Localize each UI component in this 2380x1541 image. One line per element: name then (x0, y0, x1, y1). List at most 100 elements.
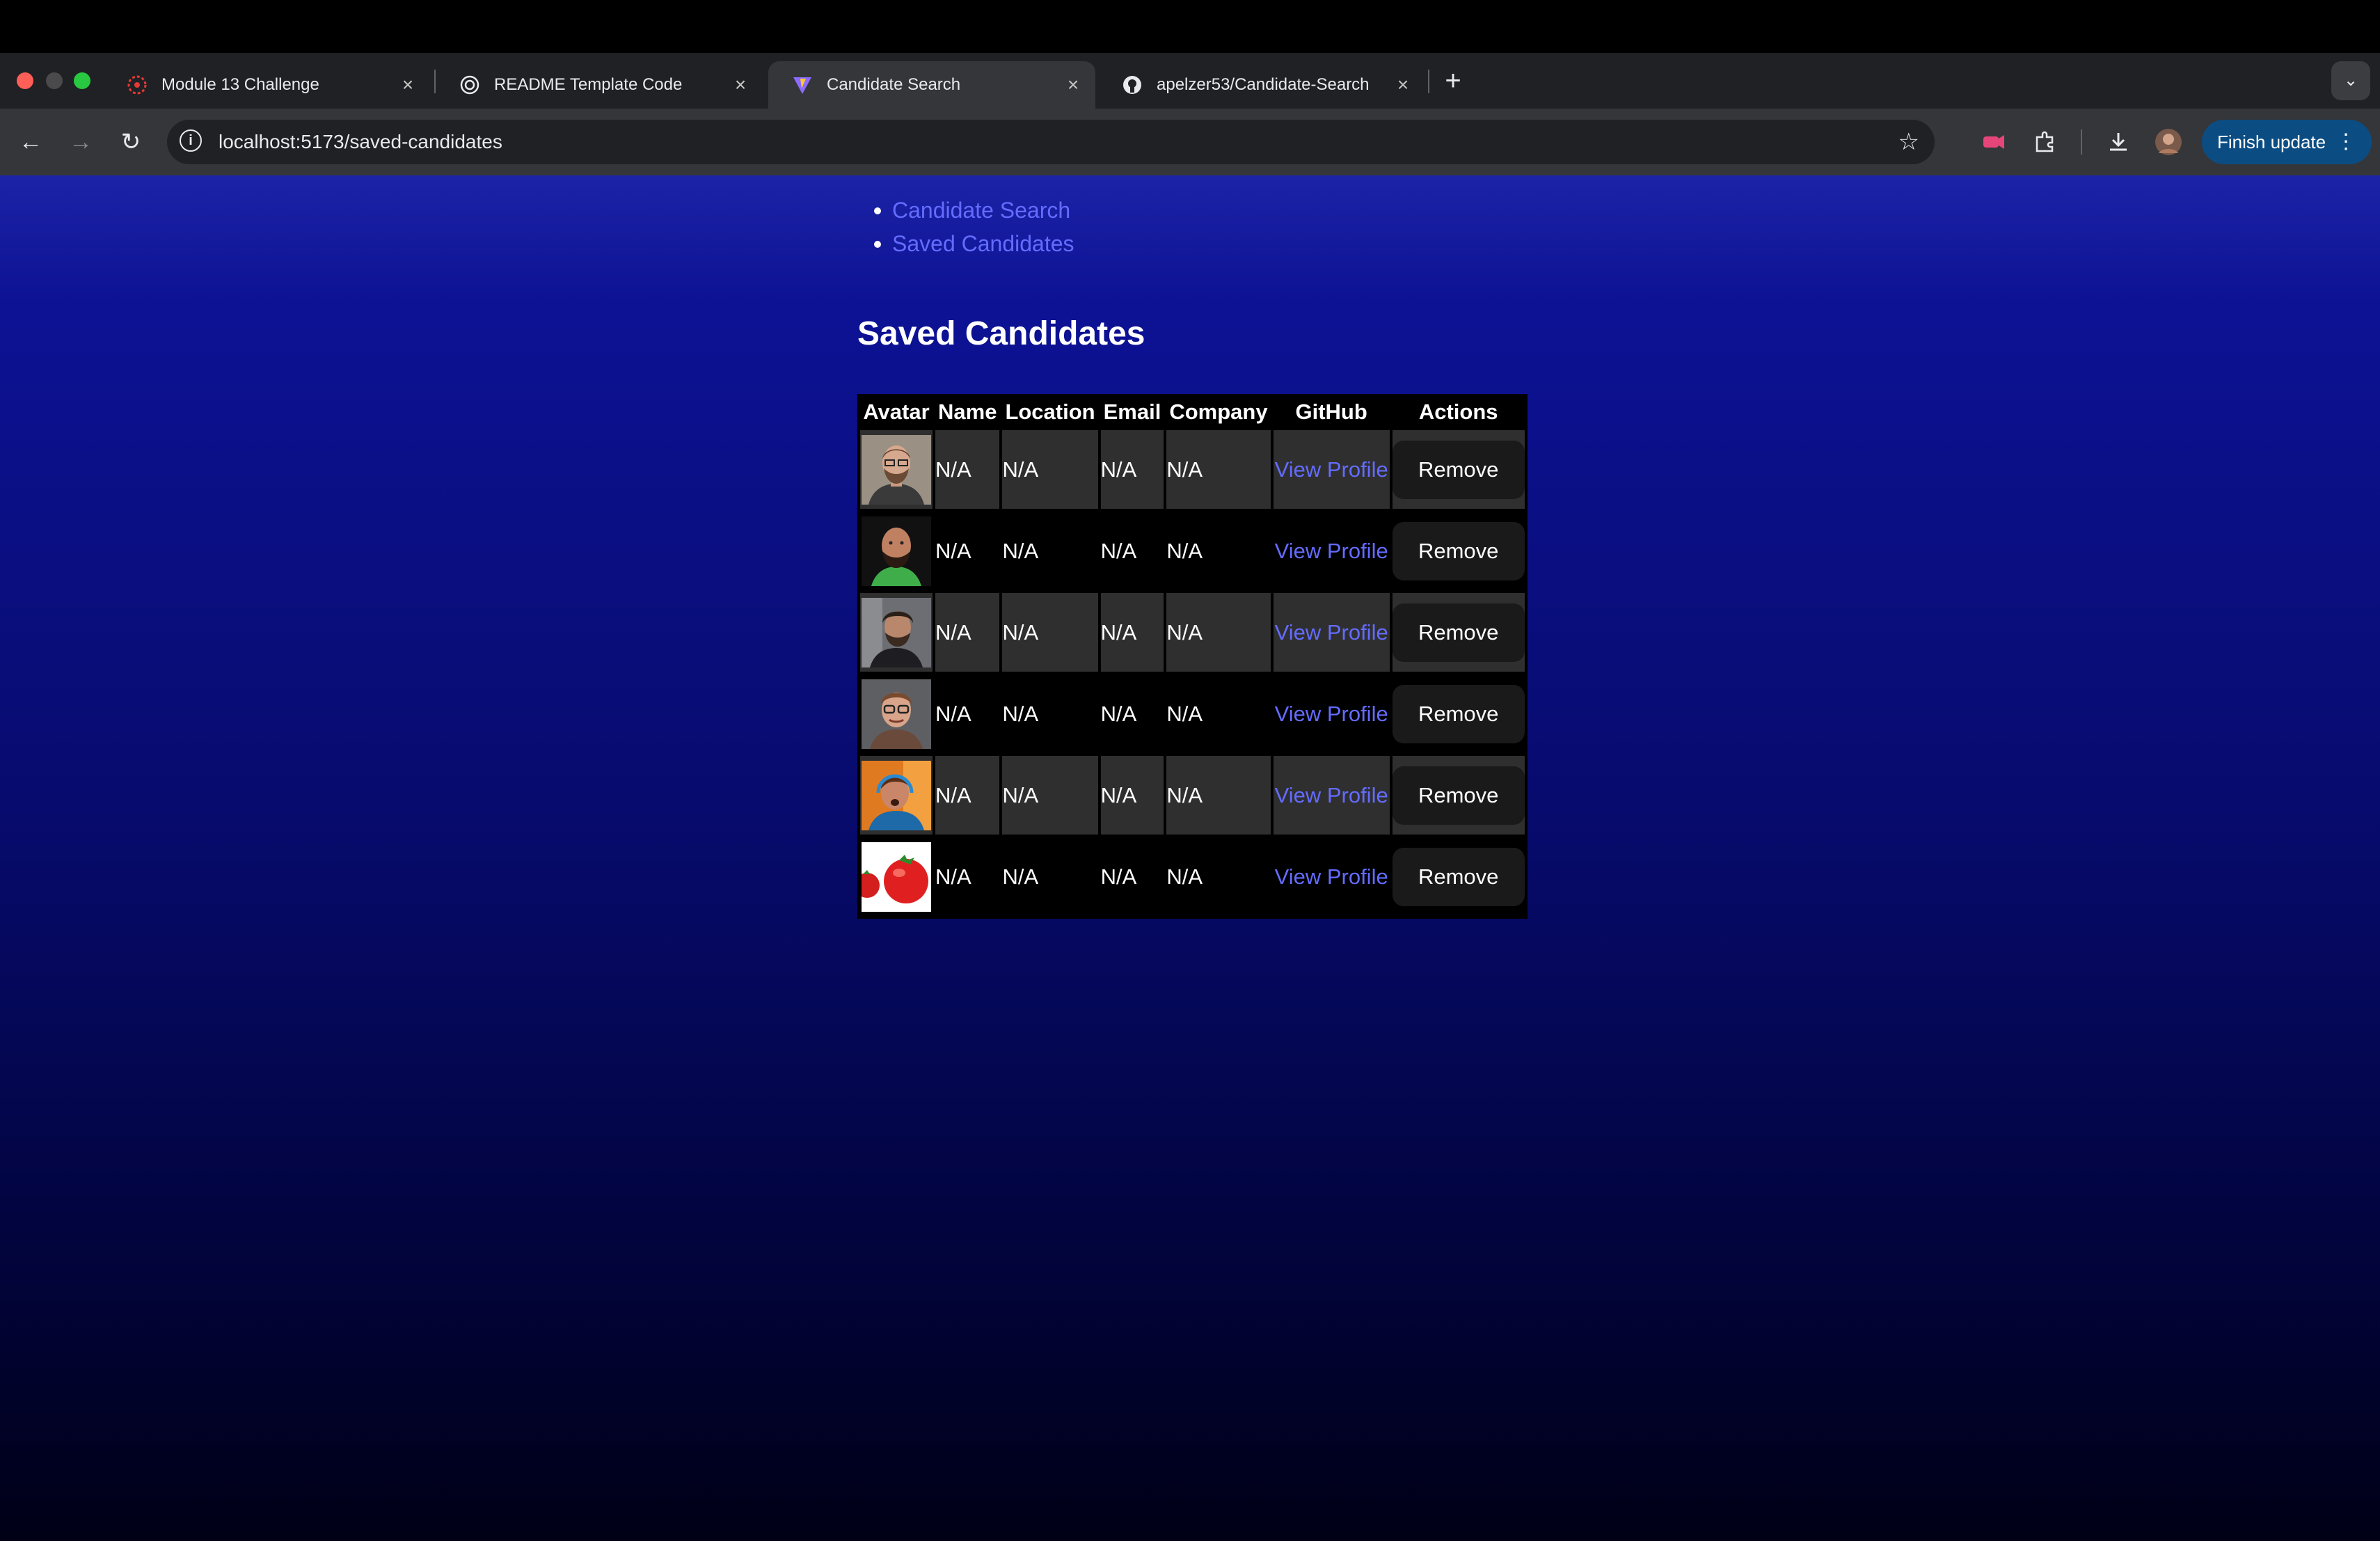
name-cell: N/A (935, 593, 1000, 672)
avatar-cell (860, 430, 933, 509)
more-options-icon[interactable]: ⋮ (2335, 120, 2356, 164)
github-cell: View Profile (1273, 512, 1390, 590)
table-row: N/A N/A N/A N/A View Profile Remove (860, 430, 1525, 509)
actions-cell: Remove (1392, 430, 1525, 509)
toolbar-divider (2081, 129, 2082, 155)
close-window-button[interactable] (17, 72, 33, 89)
table-row: N/A N/A N/A N/A View Profile Remove (860, 837, 1525, 916)
avatar-image (862, 760, 931, 830)
nav-link-saved-candidates[interactable]: Saved Candidates (892, 231, 1074, 256)
new-tab-button[interactable]: + (1439, 61, 1467, 100)
back-button[interactable]: ← (11, 123, 50, 161)
remove-button[interactable]: Remove (1392, 847, 1525, 906)
tab-github-repo[interactable]: apelzer53/Candidate-Search × (1098, 61, 1425, 109)
remove-button[interactable]: Remove (1392, 521, 1525, 580)
nav-item-candidate-search: Candidate Search (874, 193, 1074, 227)
address-bar[interactable]: i localhost:5173/saved-candidates ☆ (167, 120, 1935, 164)
bookmark-star-icon[interactable]: ☆ (1898, 120, 1919, 164)
download-icon[interactable] (2099, 123, 2138, 161)
remove-button[interactable]: Remove (1392, 684, 1525, 743)
zoom-window-button[interactable] (74, 72, 90, 89)
tab-search-button[interactable]: ⌄ (2331, 61, 2370, 100)
location-cell: N/A (1002, 756, 1098, 835)
site-info-icon[interactable]: i (180, 129, 202, 152)
view-profile-link[interactable]: View Profile (1274, 702, 1390, 726)
email-cell: N/A (1100, 593, 1164, 672)
actions-cell: Remove (1392, 512, 1525, 590)
github-cell: View Profile (1273, 837, 1390, 916)
minimize-window-button[interactable] (46, 72, 63, 89)
extension-icon[interactable] (1974, 123, 2013, 161)
view-profile-link[interactable]: View Profile (1274, 539, 1390, 563)
close-tab-icon[interactable]: × (1389, 74, 1417, 96)
forward-button[interactable]: → (61, 123, 100, 161)
close-tab-icon[interactable]: × (727, 74, 754, 96)
avatar-cell (860, 837, 933, 916)
name-cell: N/A (935, 756, 1000, 835)
tab-title: README Template Code (494, 75, 683, 94)
company-cell: N/A (1166, 756, 1271, 835)
tab-title: apelzer53/Candidate-Search (1157, 75, 1370, 94)
tab-candidate-search[interactable]: Candidate Search × (768, 61, 1095, 109)
email-cell: N/A (1100, 430, 1164, 509)
close-tab-icon[interactable]: × (394, 74, 422, 96)
header-email: Email (1100, 397, 1164, 427)
finish-update-label: Finish update (2217, 132, 2326, 152)
github-cell: View Profile (1273, 674, 1390, 753)
close-tab-icon[interactable]: × (1059, 74, 1087, 96)
email-cell: N/A (1100, 512, 1164, 590)
email-cell: N/A (1100, 674, 1164, 753)
header-location: Location (1002, 397, 1098, 427)
view-profile-link[interactable]: View Profile (1274, 457, 1390, 482)
reload-button[interactable]: ↻ (111, 123, 150, 161)
tab-module-13-challenge[interactable]: Module 13 Challenge × (103, 61, 430, 109)
page-body: Candidate Search Saved Candidates Saved … (0, 175, 2380, 1541)
remove-button[interactable]: Remove (1392, 603, 1525, 662)
header-name: Name (935, 397, 1000, 427)
view-profile-link[interactable]: View Profile (1274, 783, 1390, 807)
location-cell: N/A (1002, 430, 1098, 509)
nav-item-saved-candidates: Saved Candidates (874, 227, 1074, 260)
location-cell: N/A (1002, 837, 1098, 916)
company-cell: N/A (1166, 674, 1271, 753)
tab-readme-template-code[interactable]: README Template Code × (436, 61, 763, 109)
avatar-cell (860, 512, 933, 590)
avatar-cell (860, 593, 933, 672)
table-row: N/A N/A N/A N/A View Profile Remove (860, 674, 1525, 753)
view-profile-link[interactable]: View Profile (1274, 864, 1390, 889)
tab-separator (1428, 70, 1429, 93)
finish-update-button[interactable]: Finish update ⋮ (2202, 120, 2372, 164)
github-cell: View Profile (1273, 756, 1390, 835)
vite-icon (793, 77, 811, 94)
header-company: Company (1166, 397, 1271, 427)
extensions-puzzle-icon[interactable] (2025, 123, 2064, 161)
tab-title: Candidate Search (827, 75, 961, 94)
header-avatar: Avatar (860, 397, 933, 427)
github-cell: View Profile (1273, 593, 1390, 672)
location-cell: N/A (1002, 593, 1098, 672)
view-profile-link[interactable]: View Profile (1274, 620, 1390, 645)
profile-avatar-icon[interactable] (2149, 123, 2188, 161)
name-cell: N/A (935, 837, 1000, 916)
avatar-cell (860, 674, 933, 753)
remove-button[interactable]: Remove (1392, 766, 1525, 825)
avatar-image (862, 679, 931, 749)
email-cell: N/A (1100, 837, 1164, 916)
nav-link-candidate-search[interactable]: Candidate Search (892, 198, 1070, 223)
page-title: Saved Candidates (857, 315, 1145, 352)
avatar-cell (860, 756, 933, 835)
remove-button[interactable]: Remove (1392, 440, 1525, 499)
site-nav: Candidate Search Saved Candidates (874, 193, 1074, 260)
chatgpt-icon (460, 75, 479, 95)
url-text[interactable]: localhost:5173/saved-candidates (219, 120, 502, 164)
company-cell: N/A (1166, 593, 1271, 672)
github-cell: View Profile (1273, 430, 1390, 509)
company-cell: N/A (1166, 512, 1271, 590)
company-cell: N/A (1166, 837, 1271, 916)
table-row: N/A N/A N/A N/A View Profile Remove (860, 756, 1525, 835)
canvas-icon (127, 75, 147, 95)
saved-candidates-table: Avatar Name Location Email Company GitHu… (857, 394, 1528, 919)
table-row: N/A N/A N/A N/A View Profile Remove (860, 512, 1525, 590)
tab-title: Module 13 Challenge (161, 75, 319, 94)
github-icon (1123, 76, 1141, 94)
